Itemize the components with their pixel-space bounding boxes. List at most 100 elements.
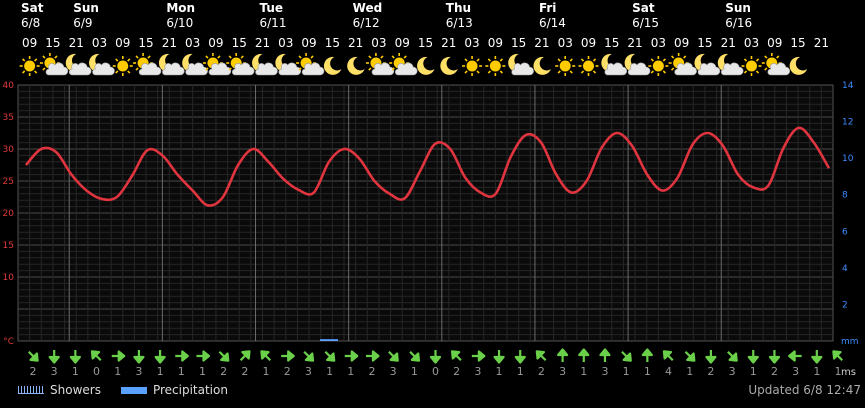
hour-label: 15 [325,36,340,50]
wind-arrow-icon [175,350,189,362]
day-date-label: 6/16 [725,16,752,30]
hour-label: 21 [627,36,642,50]
hour-label: 21 [162,36,177,50]
wind-speed-label: 2 [284,365,291,378]
forecast-chart: 10152025303540°C2468101214mmSat6/8Sun6/9… [3,1,859,378]
wind-speed-label: 1 [347,365,354,378]
wind-arrow-icon [409,350,421,362]
wind-arrow-icon [27,350,39,362]
hour-label: 03 [185,36,200,50]
day-name-label: Sun [73,1,99,15]
wind-speed-label: 2 [30,365,37,378]
wind-arrow-icon [493,350,505,364]
wind-arrow-icon [450,350,462,362]
day-date-label: 6/15 [632,16,659,30]
day-name-label: Sun [725,1,751,15]
hour-label: 21 [721,36,736,50]
wind-arrow-icon [133,350,145,364]
wind-arrow-icon [641,348,653,362]
y-tick-label-rain: 4 [842,264,848,274]
hour-label: 15 [232,36,247,50]
hour-label: 15 [604,36,619,50]
sun-icon [648,56,669,76]
y-tick-label-temp: 35 [3,113,14,123]
wind-arrow-icon [111,350,126,362]
y-tick-label-rain: 6 [842,227,848,237]
hour-label: 03 [744,36,759,50]
wind-arrow-icon [662,350,674,362]
wind-speed-label: 2 [771,365,778,378]
precipitation-swatch [120,386,147,394]
wind-arrow-icon [324,350,336,362]
partly-cloudy-night-icon [89,53,115,76]
hour-label: 09 [395,36,410,50]
wind-arrow-icon [514,350,526,364]
partly-cloudy-night-icon [508,53,534,76]
wind-speed-label: 1 [686,365,693,378]
day-date-label: 6/8 [21,16,40,30]
temp-unit-label: °C [3,337,14,347]
wind-speed-label: 1 [114,365,121,378]
hour-label: 09 [767,36,782,50]
partly-cloudy-day-icon [133,53,162,76]
wind-speed-label: 2 [707,365,714,378]
partly-cloudy-night-icon [601,53,628,76]
hour-label: 15 [511,36,526,50]
hour-label: 09 [301,36,316,50]
wind-speed-label: 0 [432,365,439,378]
chart-legend: Showers Precipitation [18,383,228,397]
wind-arrow-icon [727,350,738,362]
sun-icon [112,56,133,76]
sun-icon [578,56,599,76]
wind-speed-label: 3 [729,365,736,378]
hour-label: 15 [790,36,805,50]
day-name-label: Fri [539,1,556,15]
wind-arrow-icon [260,350,272,362]
y-tick-label-rain: 14 [842,81,854,91]
sun-icon [485,56,506,76]
hour-label: 09 [488,36,503,50]
wind-speed-label: 1 [644,365,651,378]
day-date-label: 6/12 [353,16,380,30]
wind-speed-label: 4 [665,365,672,378]
wind-speed-label: 1 [72,365,79,378]
hour-label: 15 [418,36,433,50]
hour-label: 15 [697,36,712,50]
wind-arrow-icon [154,350,166,364]
wind-arrow-icon [429,350,442,364]
wind-speed-label: 0 [93,365,100,378]
wind-speed-label: 1 [157,365,164,378]
updated-timestamp: Updated 6/8 12:47 [748,383,861,397]
sun-icon [741,56,762,76]
day-name-label: Wed [353,1,383,15]
hour-label: 21 [814,36,829,50]
hour-label: 21 [69,36,84,50]
hour-label: 03 [371,36,386,50]
wind-arrow-icon [365,350,380,362]
wind-speed-label: 3 [601,365,608,378]
wind-arrow-icon [90,350,102,362]
day-name-label: Mon [166,1,195,15]
partly-cloudy-day-icon [668,53,697,76]
wind-arrow-icon [303,350,315,362]
hour-label: 09 [115,36,130,50]
wind-speed-label: 1 [496,365,503,378]
y-tick-label-temp: 40 [3,81,15,91]
wind-speed-label: 1 [517,365,524,378]
moon-icon [347,56,365,75]
wind-arrow-icon [599,348,611,362]
hour-label: 03 [651,36,666,50]
wind-arrow-icon [768,350,781,364]
wind-arrow-icon [747,350,759,364]
day-date-label: 6/9 [73,16,92,30]
sun-icon [555,56,576,76]
wind-arrow-icon [578,348,590,362]
partly-cloudy-night-icon [65,53,92,76]
wind-arrow-icon [788,350,802,362]
wind-arrow-icon [535,350,547,362]
wind-speed-label: 3 [559,365,566,378]
day-name-label: Tue [260,1,284,15]
wind-speed-label: 2 [453,365,460,378]
partly-cloudy-day-icon [365,53,395,76]
hour-label: 21 [255,36,270,50]
